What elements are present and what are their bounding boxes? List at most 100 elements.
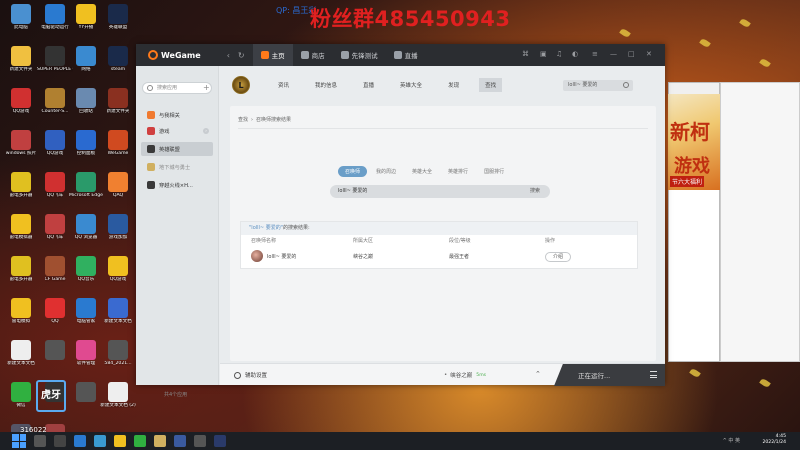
tab-2[interactable]: 先锋测试 — [333, 44, 386, 66]
desktop-icon[interactable]: WeGame — [100, 130, 136, 156]
back-arrow-icon[interactable]: ‹ — [227, 51, 230, 60]
search-icon[interactable] — [623, 82, 629, 88]
taskbar-app-icon[interactable] — [94, 435, 106, 447]
search-sub-tab[interactable]: 英雄大全 — [405, 166, 439, 177]
chevron-up-icon[interactable]: ⌃ — [535, 370, 541, 378]
tab-1[interactable]: 商店 — [293, 44, 333, 66]
desktop-icon[interactable]: 此电脑 — [3, 4, 39, 30]
taskbar-app-icon[interactable] — [214, 435, 226, 447]
desktop-icon[interactable]: steam — [100, 46, 136, 72]
app-icon — [76, 256, 96, 276]
task-view-icon[interactable] — [54, 435, 66, 447]
minimize-icon[interactable]: — — [610, 50, 617, 58]
search-sub-tab[interactable]: 我的周边 — [369, 166, 403, 177]
sidebar-item[interactable]: 英雄联盟 — [141, 142, 213, 156]
server-selector[interactable]: • 峡谷之巅 5ms — [444, 371, 486, 379]
wegame-window[interactable]: WeGame ‹ ↻ 主页 商店 先锋测试 直播 ⌘ ▣ ♫ ◐ ≡ — □ ✕ 搜索… — [136, 44, 665, 398]
windows-start-icon[interactable] — [12, 434, 26, 448]
desktop-icon[interactable]: QAQ — [100, 172, 136, 198]
side-panel-window[interactable] — [720, 82, 800, 362]
desktop-icon[interactable]: 电脑管家 — [68, 298, 104, 324]
lol-tab[interactable]: 发现 — [442, 78, 465, 92]
desktop-icon[interactable]: 新建文件夹 — [3, 46, 39, 72]
assist-settings-button[interactable]: 辅助设置 — [234, 371, 267, 379]
lol-tab[interactable]: 查找 — [479, 78, 503, 92]
desktop-icon[interactable]: 控制面板 — [68, 130, 104, 156]
edge-icon[interactable] — [74, 435, 86, 447]
running-status-button[interactable]: 正在运行... — [554, 364, 665, 386]
lol-taskbar-icon[interactable] — [154, 435, 166, 447]
close-icon[interactable]: ✕ — [646, 50, 652, 58]
wegame-taskbar-icon[interactable] — [174, 435, 186, 447]
desktop-icon[interactable]: 网络 — [68, 46, 104, 72]
desktop-icon[interactable]: QQ游戏 — [100, 256, 136, 282]
desktop-icon[interactable]: 新建文本文档 — [3, 340, 39, 366]
expand-icon[interactable]: › — [203, 128, 209, 134]
desktop-icon[interactable]: 雷电模拟 — [3, 298, 39, 324]
desktop-icon[interactable]: QQ音乐 — [68, 256, 104, 282]
desktop-icon[interactable]: QQ游戏 — [3, 88, 39, 114]
sidebar-item[interactable]: 与我相关 — [141, 108, 213, 122]
system-tray[interactable]: ^ 中 英 — [723, 437, 740, 444]
desktop-icon-label: 电脑驱动运行 — [41, 25, 69, 30]
gift-icon[interactable]: ▣ — [540, 50, 547, 58]
lol-tab[interactable]: 英雄大全 — [394, 78, 428, 92]
summoner-search-input[interactable]: lolll~ 要爱的 — [338, 185, 367, 198]
breadcrumb-root[interactable]: 查找 — [238, 117, 248, 123]
desktop-icon[interactable]: 微信 — [3, 382, 39, 408]
desktop-icon[interactable]: 游戏加加 — [100, 214, 136, 240]
desktop-icon[interactable]: windows 照片 — [3, 130, 39, 156]
folder-icon[interactable] — [114, 435, 126, 447]
desktop-icon[interactable]: 英雄联盟 — [100, 4, 136, 30]
desktop-icon[interactable]: 雷电多开器 — [3, 256, 39, 282]
desktop-icon[interactable]: 回收站 — [68, 88, 104, 114]
tab-3[interactable]: 直播 — [386, 44, 426, 66]
avatar-icon[interactable]: ◐ — [572, 50, 578, 58]
desktop-icon[interactable]: YY开播 — [68, 4, 104, 30]
maximize-icon[interactable]: □ — [628, 50, 635, 58]
search-sub-tab[interactable]: 英雄排行 — [441, 166, 475, 177]
desktop-icon[interactable]: 雷电模拟器 — [3, 214, 39, 240]
desktop-icon[interactable]: 新建文本文档 — [100, 298, 136, 324]
menu-icon[interactable]: ≡ — [592, 50, 598, 58]
search-sub-tab[interactable]: 召唤师 — [338, 166, 368, 177]
lol-tab[interactable]: 我的信息 — [309, 78, 343, 92]
tab-0[interactable]: 主页 — [252, 44, 293, 66]
search-sub-tab[interactable]: 国服排行 — [477, 166, 511, 177]
desktop-icon[interactable]: Microsoft Edge — [68, 172, 104, 198]
wegame-logo[interactable]: WeGame — [148, 50, 201, 60]
summoner-search-bar[interactable]: lolll~ 要爱的 搜索 — [330, 185, 550, 198]
desktop-icon-label: 游戏加加 — [108, 235, 128, 240]
lol-tab[interactable]: 资讯 — [272, 78, 295, 92]
game-ad-banner[interactable]: 新柯 游戏 节六大福利 — [668, 94, 720, 190]
search-icon[interactable] — [34, 435, 46, 447]
desktop-icon[interactable]: 新建文件夹 — [100, 88, 136, 114]
lol-search-input[interactable]: lolll~ 要爱的 — [563, 80, 633, 91]
sidebar-item[interactable]: 游戏 › — [141, 124, 213, 138]
desktop-icon[interactable]: 新建文本文档 (2) — [100, 382, 136, 408]
bell-icon[interactable]: ♫ — [556, 50, 562, 58]
clock[interactable]: 4:45 2022/1/24 — [762, 434, 786, 446]
lol-tab[interactable]: 直播 — [357, 78, 380, 92]
search-button[interactable]: 搜索 — [520, 185, 550, 198]
sidebar-item[interactable]: 穿越火线×H... — [141, 178, 213, 192]
desktop-icon[interactable]: 雷电多开器 — [3, 172, 39, 198]
menu-icon[interactable] — [650, 371, 657, 378]
desktop-icon-label: Microsoft Edge — [69, 193, 103, 198]
taskbar-app-icon[interactable] — [194, 435, 206, 447]
gamepad-icon[interactable]: ⌘ — [522, 50, 529, 58]
view-profile-button[interactable]: 介绍 — [545, 251, 572, 262]
tab-label: 直播 — [404, 52, 418, 60]
table-row[interactable]: lolll~ 要爱的 峡谷之巅 最强王者 介绍 — [241, 245, 637, 267]
sidebar-search-input[interactable]: 搜索应用 — [142, 82, 212, 94]
desktop-icon[interactable]: 584_2021... — [100, 340, 136, 366]
sidebar-item[interactable]: 地下城与勇士 — [141, 160, 213, 174]
desktop-icon[interactable]: 软件管理 — [68, 340, 104, 366]
app-icon — [11, 382, 31, 402]
wechat-icon[interactable] — [134, 435, 146, 447]
desktop-icon[interactable] — [68, 382, 104, 403]
lol-logo[interactable]: L — [232, 76, 250, 94]
desktop-icon[interactable]: QQ 浏览器 — [68, 214, 104, 240]
refresh-icon[interactable]: ↻ — [238, 51, 245, 60]
add-icon[interactable]: + — [203, 84, 210, 92]
